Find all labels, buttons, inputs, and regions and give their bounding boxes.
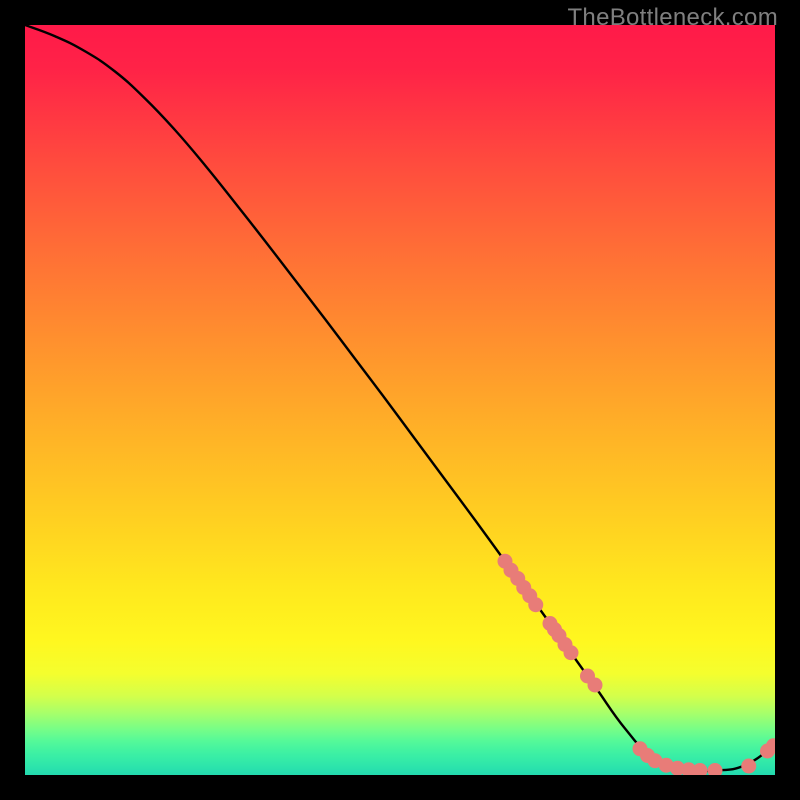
highlight-point [528, 597, 543, 612]
highlight-point [741, 759, 756, 774]
bottleneck-chart-svg [25, 25, 775, 775]
gradient-background [25, 25, 775, 775]
highlight-point [588, 678, 603, 693]
chart-stage: TheBottleneck.com [0, 0, 800, 800]
highlight-point [564, 645, 579, 660]
chart-plot-area [25, 25, 775, 775]
